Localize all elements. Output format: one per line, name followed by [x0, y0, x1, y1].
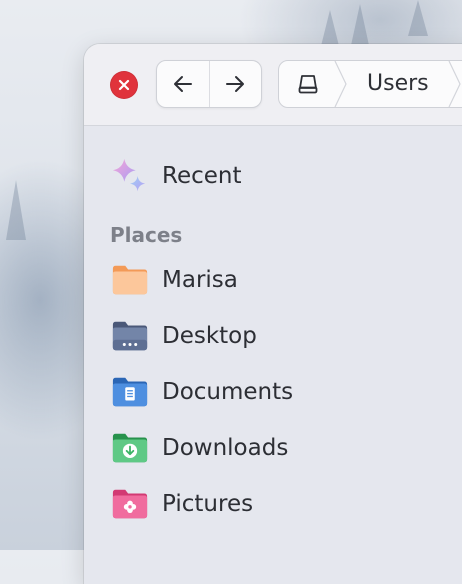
sidebar-item-documents[interactable]: Documents — [110, 372, 293, 412]
sidebar-item-label: Desktop — [162, 323, 257, 349]
file-manager-window: Users Recent Places Marisa Desktop Docum… — [84, 44, 462, 584]
sparkles-icon — [110, 156, 150, 196]
places-header: Places — [110, 223, 183, 247]
sidebar-item-label: Downloads — [162, 435, 289, 461]
sidebar-item-pictures[interactable]: Pictures — [110, 484, 253, 524]
sidebar-item-recent[interactable]: Recent — [110, 156, 242, 196]
back-button[interactable] — [157, 61, 209, 107]
sidebar-item-label: Documents — [162, 379, 294, 405]
background-tree — [408, 0, 428, 36]
sidebar: Recent Places Marisa Desktop Documents D… — [84, 126, 462, 584]
sidebar-item-marisa[interactable]: Marisa — [110, 260, 238, 300]
home-folder-icon — [110, 260, 150, 300]
path-bar: Users — [278, 60, 462, 108]
background-tree — [6, 180, 26, 240]
documents-folder-icon — [110, 372, 150, 412]
sidebar-item-label: Marisa — [162, 267, 238, 293]
sidebar-item-label: Pictures — [162, 491, 254, 517]
downloads-folder-icon — [110, 428, 150, 468]
arrow-left-icon — [173, 76, 192, 92]
pictures-folder-icon — [110, 484, 150, 524]
sidebar-item-label: Recent — [162, 163, 242, 189]
sidebar-item-desktop[interactable]: Desktop — [110, 316, 257, 356]
close-icon — [118, 79, 130, 91]
path-separator — [334, 61, 347, 107]
path-item-root[interactable] — [279, 61, 337, 107]
sidebar-item-downloads[interactable]: Downloads — [110, 428, 288, 468]
drive-icon — [298, 75, 318, 94]
forward-button[interactable] — [208, 61, 262, 107]
header-bar: Users — [84, 44, 462, 126]
arrow-right-icon — [226, 76, 245, 92]
navigation-buttons — [156, 60, 262, 108]
path-separator — [448, 61, 461, 107]
path-item-users[interactable]: Users — [367, 61, 429, 107]
close-button[interactable] — [110, 71, 138, 99]
desktop-folder-icon — [110, 316, 150, 356]
